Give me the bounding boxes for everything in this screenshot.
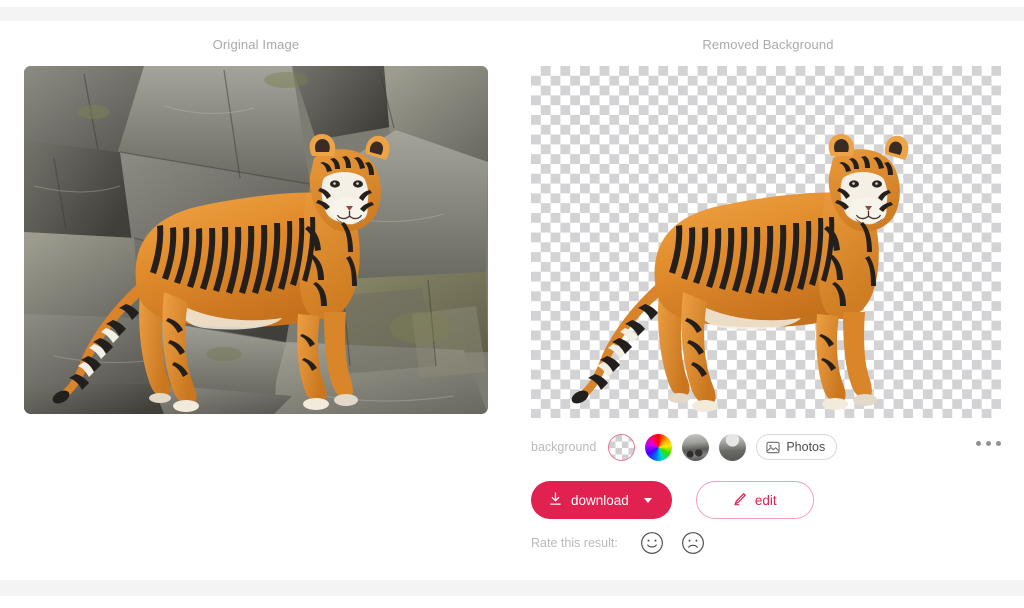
removed-background-caption: Removed Background bbox=[702, 37, 834, 52]
ellipsis-dot bbox=[986, 441, 991, 446]
top-chrome-band bbox=[0, 7, 1024, 21]
smiley-happy-icon[interactable] bbox=[640, 531, 664, 555]
rating-label: Rate this result: bbox=[531, 536, 618, 550]
download-button-label: download bbox=[571, 492, 629, 508]
background-label: background bbox=[531, 440, 597, 454]
edit-button-label: edit bbox=[754, 492, 777, 508]
photos-button[interactable]: Photos bbox=[756, 434, 838, 460]
background-swatch-transparent[interactable] bbox=[608, 433, 636, 461]
background-swatch-photo-landscape[interactable] bbox=[719, 433, 747, 461]
more-options-button[interactable] bbox=[976, 441, 1001, 446]
ellipsis-dot bbox=[996, 441, 1001, 446]
image-icon bbox=[766, 441, 780, 454]
background-chooser-row: background Photos bbox=[531, 432, 1001, 462]
removed-background-preview[interactable] bbox=[531, 66, 1001, 418]
original-image-preview[interactable] bbox=[24, 66, 488, 414]
download-arrow-icon bbox=[549, 491, 562, 509]
chevron-down-icon bbox=[643, 497, 652, 503]
tiger-cutout bbox=[531, 66, 1001, 418]
background-swatch-photo-rocks[interactable] bbox=[682, 433, 710, 461]
background-swatch-color-wheel[interactable] bbox=[645, 433, 673, 461]
pencil-icon bbox=[733, 492, 747, 509]
edit-button[interactable]: edit bbox=[695, 481, 814, 519]
tiger-cutout-illustration bbox=[571, 134, 909, 412]
original-image-caption: Original Image bbox=[212, 37, 300, 52]
action-buttons-row: download edit bbox=[531, 481, 814, 519]
original-photo-illustration bbox=[24, 66, 488, 414]
smiley-sad-icon[interactable] bbox=[681, 531, 705, 555]
rating-row: Rate this result: bbox=[531, 531, 705, 555]
bottom-chrome-band bbox=[0, 580, 1024, 596]
ellipsis-dot bbox=[976, 441, 981, 446]
photos-button-label: Photos bbox=[786, 440, 826, 454]
download-button[interactable]: download bbox=[531, 481, 672, 519]
